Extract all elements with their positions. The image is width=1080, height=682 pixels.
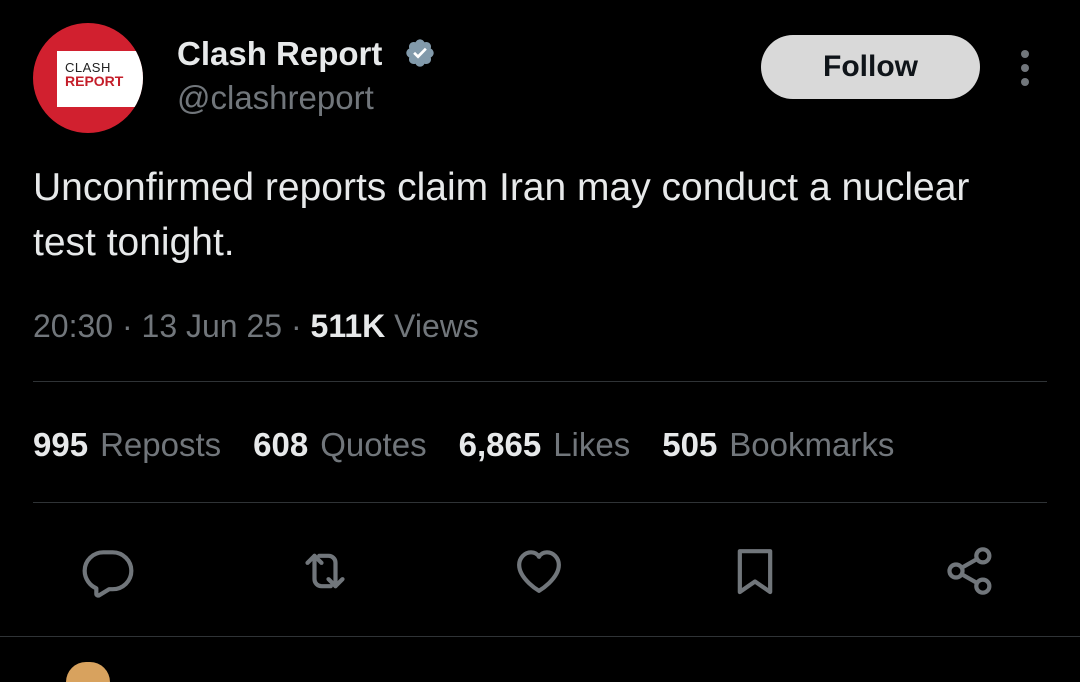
share-button[interactable] (942, 543, 998, 599)
more-vertical-icon (1021, 50, 1029, 86)
meta-separator: · (121, 308, 133, 344)
stat-quotes[interactable]: 608 Quotes (253, 424, 426, 466)
next-reply-avatar[interactable] (66, 662, 110, 682)
repost-icon (305, 553, 345, 589)
more-options-button[interactable] (1010, 48, 1040, 88)
share-icon (947, 547, 992, 595)
reply-icon (82, 550, 134, 598)
author-handle[interactable]: @clashreport (177, 78, 374, 118)
stat-bookmarks[interactable]: 505 Bookmarks (662, 424, 894, 466)
author-display-name[interactable]: Clash Report (177, 34, 382, 74)
divider (33, 502, 1047, 503)
views-label[interactable]: Views (394, 308, 479, 344)
views-count[interactable]: 511K (311, 308, 386, 344)
stat-count: 995 (33, 426, 89, 463)
stat-reposts[interactable]: 995 Reposts (33, 424, 221, 466)
verified-badge-icon (406, 39, 434, 67)
bookmark-button[interactable] (727, 543, 783, 599)
stat-count: 6,865 (458, 426, 542, 463)
avatar-logo-line2: REPORT (65, 73, 124, 89)
tweet-time[interactable]: 20:30 (33, 308, 113, 344)
bookmark-icon (737, 549, 773, 595)
author-avatar[interactable]: CLASH REPORT (33, 23, 143, 133)
divider (0, 636, 1080, 637)
repost-button[interactable] (297, 543, 353, 599)
tweet-meta: 20:30 · 13 Jun 25 · 511K Views (33, 306, 479, 346)
divider (33, 381, 1047, 382)
like-heart-icon (517, 550, 561, 593)
meta-separator: · (290, 308, 302, 344)
follow-button[interactable]: Follow (761, 35, 980, 99)
tweet-text: Unconfirmed reports claim Iran may condu… (33, 166, 970, 264)
stat-label: Likes (553, 426, 631, 463)
stat-count: 608 (253, 426, 309, 463)
tweet-date[interactable]: 13 Jun 25 (142, 308, 283, 344)
avatar-logo-card: CLASH REPORT (57, 51, 143, 107)
engagement-stats: 995 Reposts 608 Quotes 6,865 Likes 505 Bookmark… (33, 424, 926, 466)
reply-button[interactable] (80, 543, 136, 599)
stat-label: Bookmarks (729, 426, 895, 463)
stat-likes[interactable]: 6,865 Likes (459, 424, 631, 466)
stat-label: Reposts (100, 426, 222, 463)
like-button[interactable] (511, 543, 567, 599)
stat-label: Quotes (320, 426, 427, 463)
stat-count: 505 (662, 426, 718, 463)
